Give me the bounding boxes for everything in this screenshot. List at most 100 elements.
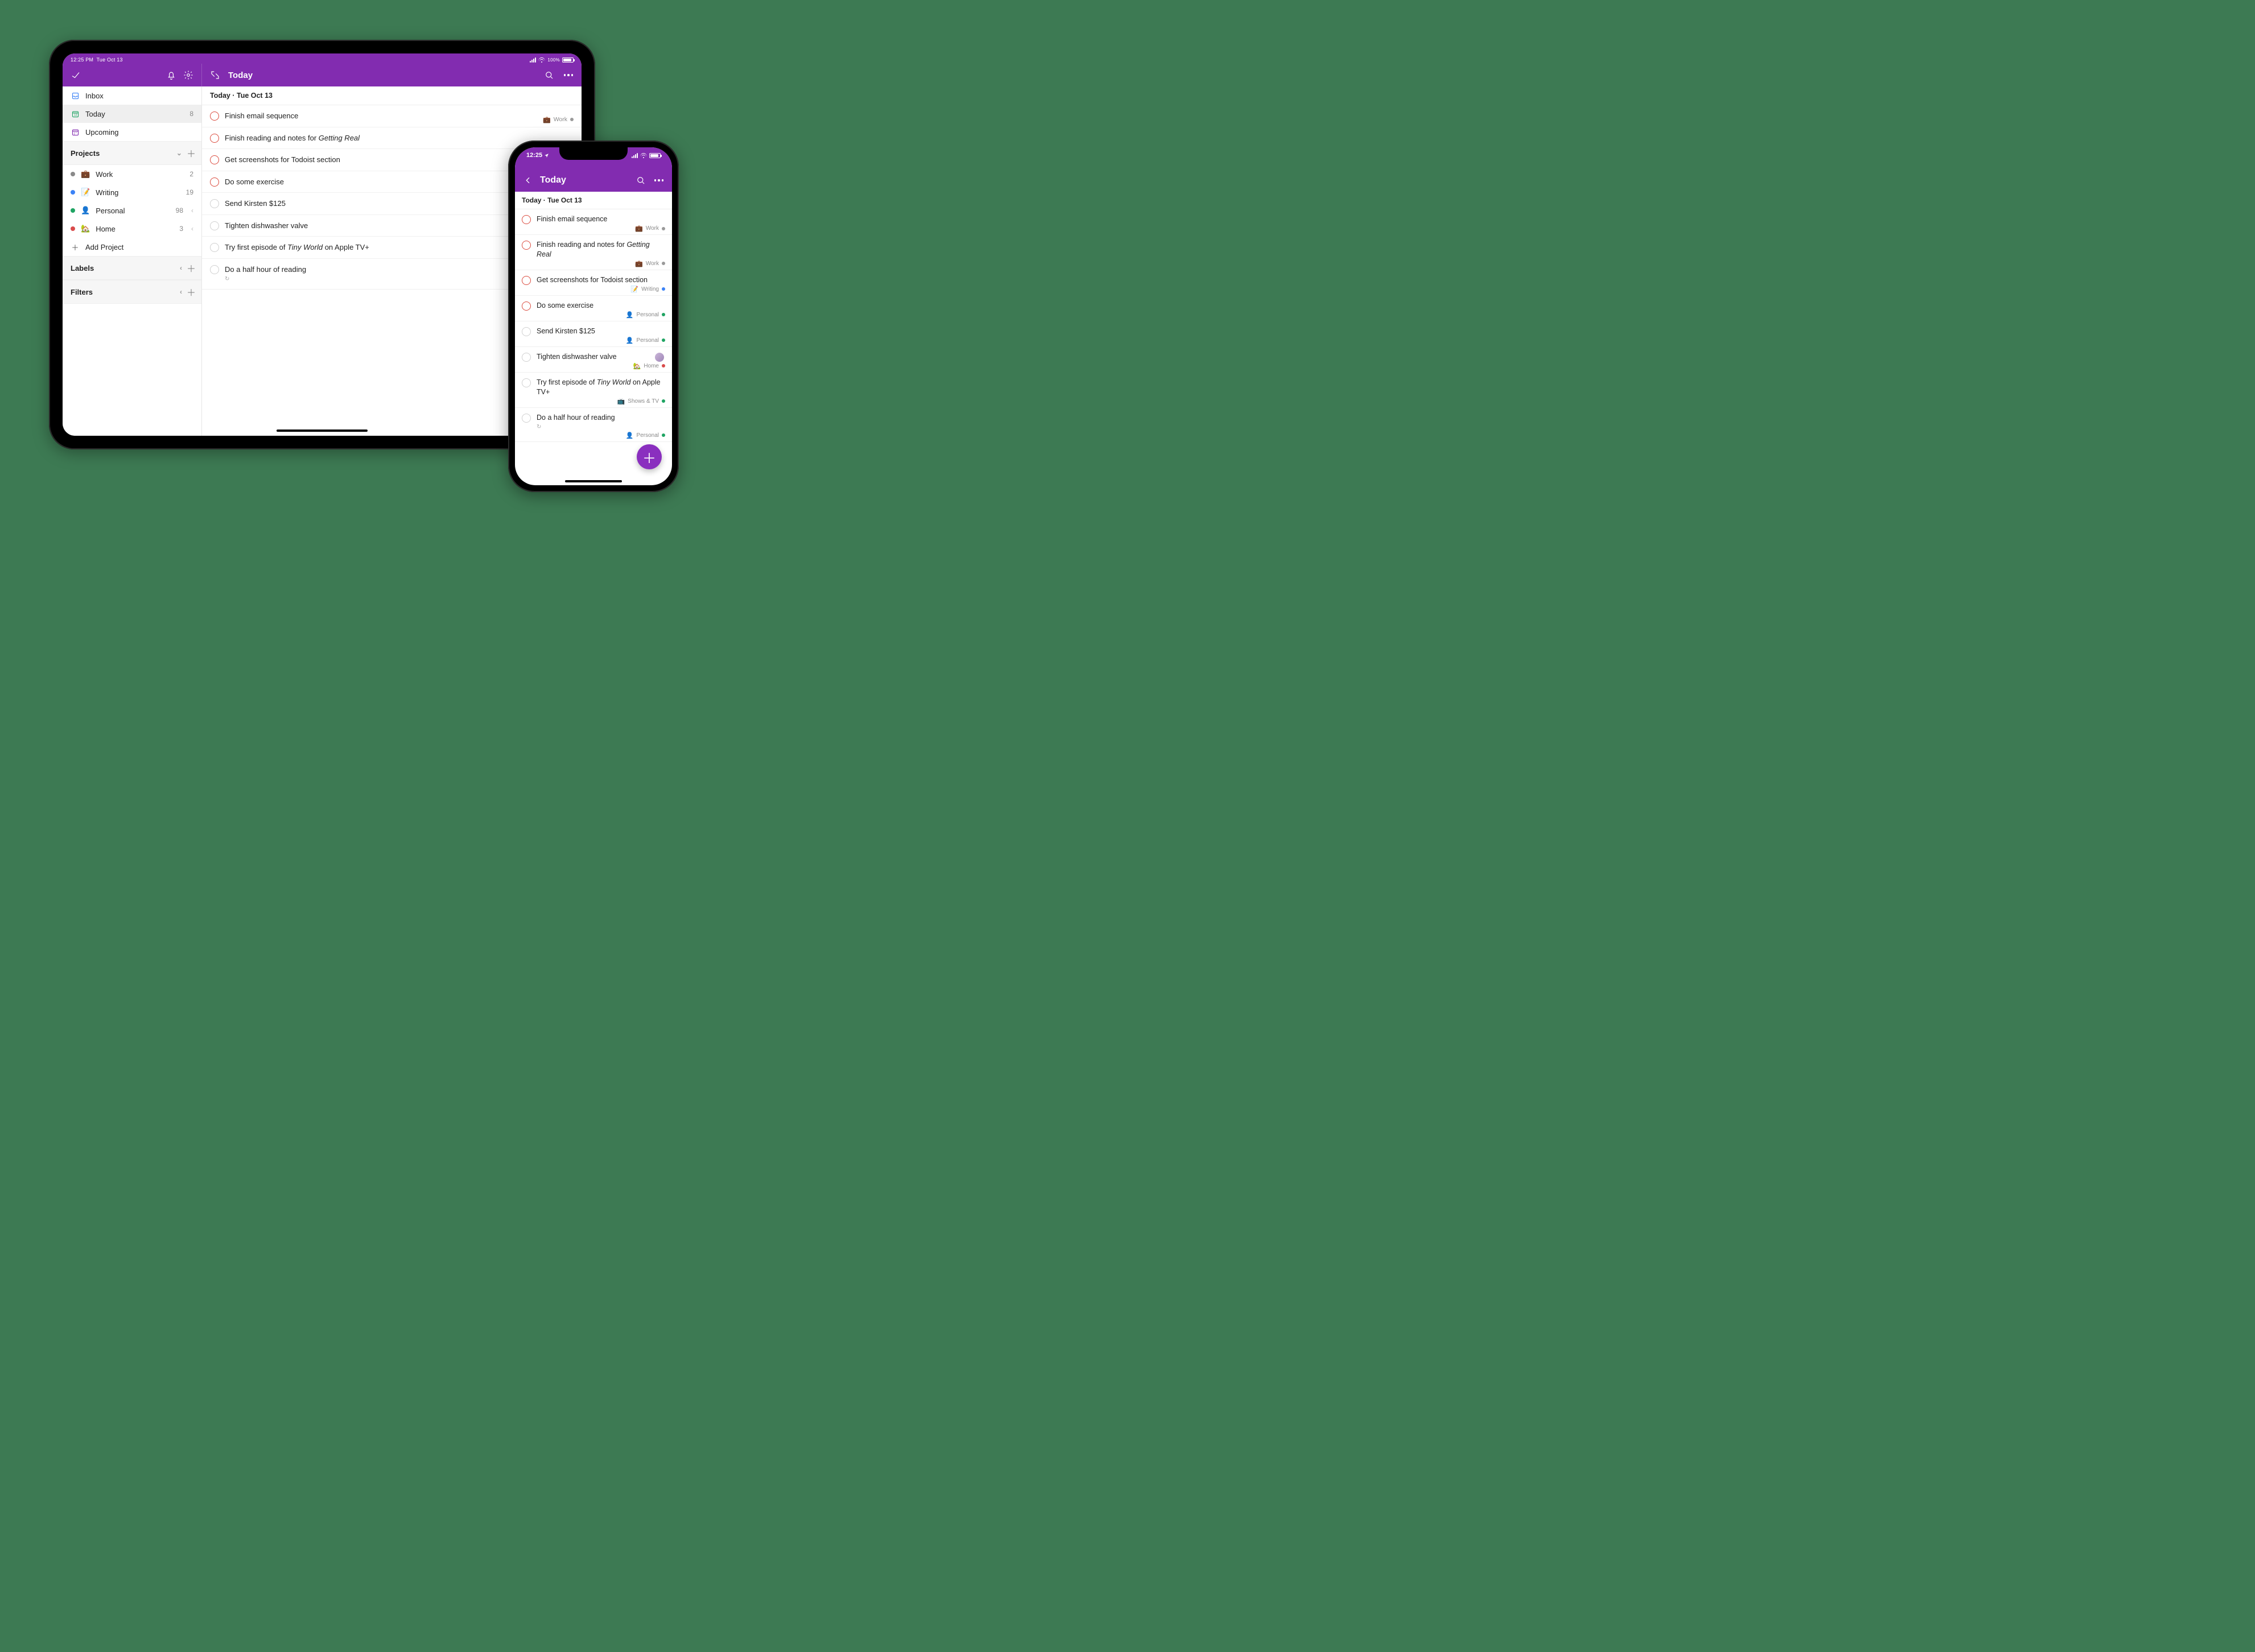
complete-checkbox[interactable] xyxy=(210,265,219,274)
ipad-screen: 12:25 PM Tue Oct 13 100% xyxy=(63,53,582,436)
project-work[interactable]: 💼Work2 xyxy=(63,165,201,183)
task-row[interactable]: Get screenshots for Todoist section📝Writ… xyxy=(515,270,672,296)
add-task-fab[interactable]: ＋ xyxy=(637,444,662,469)
complete-checkbox[interactable] xyxy=(210,111,219,121)
assignee-avatar xyxy=(655,353,664,362)
nav-count: 8 xyxy=(189,110,193,118)
project-color-dot xyxy=(662,262,665,265)
task-row[interactable]: Finish email sequence💼Work xyxy=(515,209,672,235)
complete-checkbox[interactable] xyxy=(210,221,219,230)
task-row[interactable]: Do some exercise👤Personal xyxy=(515,296,672,321)
project-name: Work xyxy=(646,261,659,267)
home-indicator[interactable] xyxy=(565,480,622,482)
project-name: Personal xyxy=(637,312,659,318)
section-heading: Today · Tue Oct 13 xyxy=(515,192,672,209)
back-button[interactable] xyxy=(522,174,534,187)
add-label-icon[interactable]: ＋ xyxy=(187,261,196,275)
project-name: Work xyxy=(646,225,659,232)
chevron-left-icon[interactable]: ‹ xyxy=(180,264,182,272)
search-icon[interactable] xyxy=(543,69,555,81)
task-title: Do some exercise xyxy=(537,301,665,311)
task-row[interactable]: Try first episode of Tiny World on Apple… xyxy=(515,373,672,408)
project-name: Home xyxy=(644,363,659,369)
task-project-meta: 🏡Home xyxy=(633,362,665,370)
project-count: 3 xyxy=(179,225,183,233)
project-color-dot xyxy=(71,172,75,176)
complete-checkbox[interactable] xyxy=(522,215,531,224)
complete-checkbox[interactable] xyxy=(210,134,219,143)
settings-icon[interactable] xyxy=(182,69,195,81)
add-project-icon[interactable]: ＋ xyxy=(187,146,196,160)
expand-icon[interactable] xyxy=(209,69,221,81)
location-icon xyxy=(544,153,549,158)
project-writing[interactable]: 📝Writing19 xyxy=(63,183,201,201)
task-title: Finish reading and notes for Getting Rea… xyxy=(537,240,665,259)
project-color-dot xyxy=(71,208,75,213)
ipad-status-date: Tue Oct 13 xyxy=(97,57,123,63)
task-row[interactable]: Tighten dishwasher valve🏡Home xyxy=(515,347,672,373)
ipad-status-time: 12:25 PM xyxy=(71,57,93,63)
more-icon[interactable] xyxy=(562,69,575,81)
chevron-down-icon[interactable]: ⌄ xyxy=(176,149,182,157)
task-title: Send Kirsten $125 xyxy=(537,327,665,336)
wifi-icon xyxy=(538,57,545,63)
project-count: 2 xyxy=(189,170,193,178)
project-emoji: 👤 xyxy=(81,206,90,215)
task-title: Finish email sequence xyxy=(225,111,574,121)
project-name: Personal xyxy=(637,337,659,344)
project-color-dot xyxy=(662,364,665,367)
projects-header[interactable]: Projects ⌄ ＋ xyxy=(63,141,201,165)
task-row[interactable]: Send Kirsten $125👤Personal xyxy=(515,321,672,347)
complete-checkbox[interactable] xyxy=(522,241,531,250)
nav-today[interactable]: 13 Today 8 xyxy=(63,105,201,123)
more-icon[interactable] xyxy=(653,174,665,187)
complete-checkbox[interactable] xyxy=(522,276,531,285)
filters-header[interactable]: Filters ‹ ＋ xyxy=(63,280,201,304)
project-home[interactable]: 🏡Home3‹ xyxy=(63,220,201,238)
battery-label: 100% xyxy=(547,57,560,63)
complete-checkbox[interactable] xyxy=(522,414,531,423)
add-project-row[interactable]: ＋ Add Project xyxy=(63,238,201,256)
home-indicator[interactable] xyxy=(277,429,368,432)
plus-icon: ＋ xyxy=(71,242,80,251)
notifications-icon[interactable] xyxy=(165,69,178,81)
project-color-dot xyxy=(662,287,665,291)
app-logo-icon[interactable] xyxy=(69,69,82,81)
chevron-left-icon[interactable]: ‹ xyxy=(191,206,193,214)
calendar-upcoming-icon xyxy=(71,127,80,137)
complete-checkbox[interactable] xyxy=(522,353,531,362)
complete-checkbox[interactable] xyxy=(210,155,219,164)
battery-icon xyxy=(649,153,661,158)
recurring-icon: ↻ xyxy=(537,423,665,431)
project-color-dot xyxy=(662,399,665,403)
nav-inbox[interactable]: Inbox xyxy=(63,86,201,105)
project-count: 19 xyxy=(186,188,193,196)
project-name: Home xyxy=(96,225,116,233)
project-count: 98 xyxy=(176,206,183,214)
complete-checkbox[interactable] xyxy=(210,243,219,252)
complete-checkbox[interactable] xyxy=(210,177,219,187)
section-title: Projects xyxy=(71,149,176,158)
complete-checkbox[interactable] xyxy=(210,199,219,208)
project-personal[interactable]: 👤 Personal 98 ‹ xyxy=(63,201,201,220)
chevron-left-icon[interactable]: ‹ xyxy=(180,288,182,296)
complete-checkbox[interactable] xyxy=(522,378,531,387)
task-title: Do a half hour of reading↻ xyxy=(537,413,665,431)
view-title: Today xyxy=(540,175,566,185)
project-name: Writing xyxy=(96,188,118,197)
project-emoji: 👤 xyxy=(626,337,634,344)
project-name: Personal xyxy=(96,206,125,215)
project-name: Work xyxy=(96,170,113,179)
task-row[interactable]: Finish reading and notes for Getting Rea… xyxy=(515,235,672,270)
labels-header[interactable]: Labels ‹ ＋ xyxy=(63,256,201,280)
add-filter-icon[interactable]: ＋ xyxy=(187,285,196,299)
search-icon[interactable] xyxy=(634,174,647,187)
phone-status-time: 12:25 xyxy=(526,152,542,159)
complete-checkbox[interactable] xyxy=(522,327,531,336)
complete-checkbox[interactable] xyxy=(522,302,531,311)
notch xyxy=(559,147,628,160)
task-row[interactable]: Finish email sequence💼Work xyxy=(202,105,582,127)
nav-upcoming[interactable]: Upcoming xyxy=(63,123,201,141)
chevron-left-icon[interactable]: ‹ xyxy=(191,225,193,233)
task-row[interactable]: Do a half hour of reading↻👤Personal xyxy=(515,408,672,442)
